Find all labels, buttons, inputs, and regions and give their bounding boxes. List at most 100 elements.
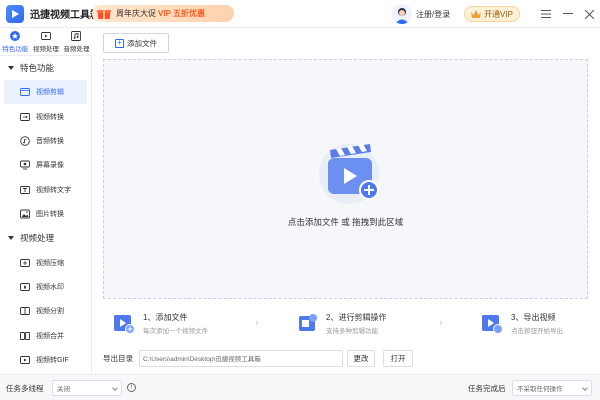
step-subtitle: 支持多种剪辑功能 [326,325,386,335]
close-icon[interactable] [583,8,595,20]
video-convert-icon [20,112,30,122]
sidebar-item-video-edit[interactable]: 视频剪辑 [4,80,87,104]
sidebar-item-video-convert[interactable]: 视频转换 [0,104,91,128]
video-split-icon [20,306,30,316]
sidebar-item-label: 图片转换 [36,209,64,219]
sidebar-item-audio-convert[interactable]: 音频转换 [0,129,91,153]
video-merge-icon [20,331,30,341]
multithread-label: 任务多线程 [6,383,44,394]
sidebar-item-video-gif[interactable]: 视频转GIF [0,348,91,372]
step-edit: 2、进行剪辑操作 支持多种剪辑功能 [296,308,386,338]
task-complete-value: 不采取任何操作 [517,383,563,393]
plus-icon: + [115,39,124,48]
video-icon [41,31,51,41]
tab-label: 特色功能 [2,43,28,53]
sidebar-section-featured[interactable]: 特色功能 [0,56,91,80]
task-complete-label: 任务完成后 [468,383,506,394]
sidebar-item-label: 视频水印 [36,282,64,292]
sidebar-item-label: 视频转换 [36,112,64,122]
minimize-icon[interactable] [562,8,574,20]
sidebar-item-video-to-text[interactable]: 视频转文字 [0,178,91,202]
sidebar-item-label: 音频转换 [36,136,64,146]
video-edit-icon [20,87,30,97]
step-export: 3、导出视频 点击按钮开始导出 [481,308,563,338]
video-to-text-icon [20,185,30,195]
file-drop-zone[interactable]: 点击添加文件 或 拖拽到此区域 [103,59,588,299]
sidebar-item-video-split[interactable]: 视频分割 [0,299,91,323]
export-step-icon [481,312,503,334]
promo-vip-text: VIP 五折优惠 [158,8,205,19]
multithread-select[interactable]: 关闭 [52,380,122,396]
step-subtitle: 每次添加一个视频文件 [143,325,208,335]
sidebar-item-label: 视频剪辑 [36,87,64,97]
crown-icon [471,10,481,18]
chevron-right-icon: › [255,308,259,338]
step-subtitle: 点击按钮开始导出 [511,325,563,335]
login-link[interactable]: 注册/登录 [416,9,450,20]
section-title: 特色功能 [20,62,54,74]
video-gif-icon [20,355,30,365]
sidebar-item-screen-record[interactable]: 屏幕录像 [0,153,91,177]
add-file-step-icon [113,312,135,334]
step-add-file: 1、添加文件 每次添加一个视频文件 [113,308,208,338]
app-title: 迅捷视频工具箱 [30,6,100,21]
sidebar-item-label: 屏幕录像 [36,160,64,170]
sidebar-item-video-merge[interactable]: 视频合并 [0,324,91,348]
tab-video[interactable]: 视频处理 [31,28,62,56]
output-directory-label: 导出目录 [103,353,139,364]
chevron-down-icon [112,385,118,391]
status-footer: 任务多线程 关闭 ! 任务完成后 不采取任何操作 [0,374,600,400]
tab-label: 音频处理 [63,43,89,53]
add-file-label: 添加文件 [127,38,157,49]
tab-featured[interactable]: 特色功能 [0,28,31,56]
change-directory-button[interactable]: 更改 [347,350,375,367]
sidebar-item-image-convert[interactable]: 图片转换 [0,202,91,226]
promo-text: 周年庆大促 [116,8,156,19]
chevron-down-icon [582,385,588,391]
sidebar-item-label: 视频分割 [36,306,64,316]
output-directory-row: 导出目录 C:\Users\admin\Desktop\迅捷视频工具箱 更改 打… [103,349,588,367]
avatar[interactable] [392,4,412,24]
edit-step-icon [296,312,318,334]
sidebar: 特色功能 视频剪辑 视频转换 音频转换 屏幕录像 视频转文字 图片转换 视频处理… [0,56,92,374]
category-tabs: 特色功能 视频处理 音频处理 [0,28,92,56]
multithread-value: 关闭 [57,383,70,393]
promo-banner[interactable]: 周年庆大促 VIP 五折优惠 [92,5,234,22]
steps-guide: 1、添加文件 每次添加一个视频文件 › 2、进行剪辑操作 支持多种剪辑功能 › … [103,308,588,338]
output-path-field[interactable]: C:\Users\admin\Desktop\迅捷视频工具箱 [139,350,343,367]
sidebar-item-label: 视频转GIF [36,355,69,365]
drop-zone-text: 点击添加文件 或 拖拽到此区域 [104,216,587,228]
sidebar-section-video-processing[interactable]: 视频处理 [0,226,91,250]
tab-label: 视频处理 [33,43,59,53]
video-watermark-icon [20,282,30,292]
open-vip-button[interactable]: 开通VIP [464,6,520,22]
sidebar-item-label: 视频转文字 [36,185,71,195]
collapse-arrow-icon [8,66,14,70]
audio-convert-icon [20,136,30,146]
sidebar-item-label: 视频合并 [36,331,64,341]
clapperboard-add-icon [314,140,384,204]
sidebar-item-video-compress[interactable]: 视频压缩 [0,250,91,274]
tab-audio[interactable]: 音频处理 [61,28,92,56]
music-icon [71,31,81,41]
task-complete-select[interactable]: 不采取任何操作 [512,380,592,396]
sidebar-item-label: 视频压缩 [36,258,64,268]
sidebar-item-video-watermark[interactable]: 视频水印 [0,275,91,299]
app-logo-icon [6,5,24,23]
video-compress-icon [20,258,30,268]
info-icon[interactable]: ! [127,383,136,392]
star-icon [10,31,20,41]
section-title: 视频处理 [20,232,54,244]
screen-record-icon [20,160,30,170]
step-title: 1、添加文件 [143,312,208,323]
step-title: 3、导出视频 [511,312,563,323]
chevron-right-icon: › [439,308,443,338]
add-file-button[interactable]: + 添加文件 [103,33,169,53]
menu-icon[interactable] [540,8,552,20]
gift-icon [96,7,112,20]
step-title: 2、进行剪辑操作 [326,312,386,323]
image-convert-icon [20,209,30,219]
open-vip-label: 开通VIP [484,9,513,20]
collapse-arrow-icon [8,236,14,240]
open-directory-button[interactable]: 打开 [383,350,413,367]
